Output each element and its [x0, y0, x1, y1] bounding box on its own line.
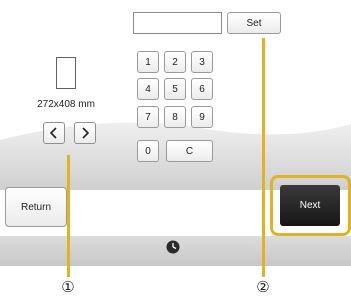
key-7[interactable]: 7: [137, 106, 159, 128]
chevron-left-icon: [49, 127, 57, 139]
frame-preview: [56, 57, 76, 89]
frame-size-label: 272x408 mm: [37, 99, 95, 110]
callout-number-1: ①: [61, 279, 75, 296]
set-button[interactable]: Set: [227, 12, 281, 34]
callout-number-2: ②: [256, 279, 270, 296]
key-1[interactable]: 1: [137, 51, 159, 73]
numeric-input-field[interactable]: [133, 12, 222, 34]
chevron-right-icon: [82, 127, 90, 139]
callout-leader-1: [67, 155, 70, 277]
key-8[interactable]: 8: [164, 106, 186, 128]
return-button[interactable]: Return: [5, 187, 67, 227]
next-size-button[interactable]: [74, 122, 96, 144]
key-5[interactable]: 5: [164, 78, 186, 100]
key-2[interactable]: 2: [164, 51, 186, 73]
key-0[interactable]: 0: [137, 140, 159, 162]
embroidery-frame-screen: 272x408 mm Set 1 2 3 4 5 6 7 8 9 0 C Ret…: [0, 0, 351, 266]
previous-size-button[interactable]: [43, 122, 65, 144]
clear-key[interactable]: C: [166, 140, 213, 162]
next-button[interactable]: Next: [280, 185, 340, 226]
clock-icon[interactable]: [166, 240, 180, 254]
callout-leader-2: [262, 38, 265, 277]
key-4[interactable]: 4: [137, 78, 159, 100]
key-9[interactable]: 9: [191, 106, 213, 128]
key-6[interactable]: 6: [191, 78, 213, 100]
key-3[interactable]: 3: [191, 51, 213, 73]
